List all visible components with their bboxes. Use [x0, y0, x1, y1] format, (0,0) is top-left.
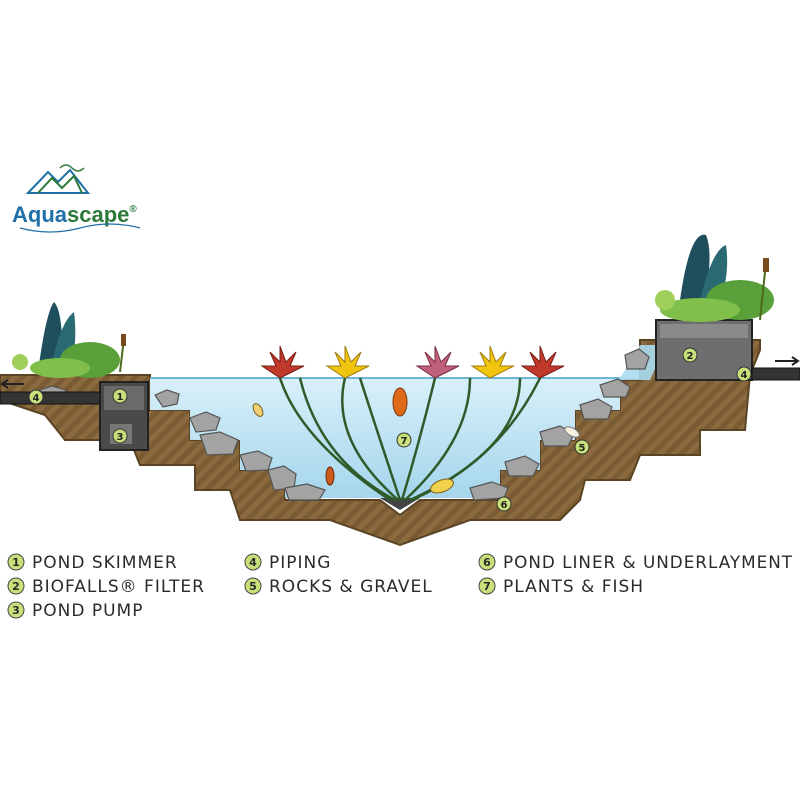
fish-orange-icon — [392, 387, 408, 417]
legend-num-7: 7 — [483, 580, 491, 593]
callout-1-label: 1 — [117, 392, 124, 403]
legend-item-pond-pump: 3 POND PUMP — [7, 601, 143, 621]
legend-item-pond-liner: 6 POND LINER & UNDERLAYMENT — [478, 553, 793, 573]
legend-num-2: 2 — [12, 580, 20, 593]
callout-4-left: 4 — [28, 389, 44, 405]
callout-3: 3 — [112, 428, 128, 444]
legend-num-5: 5 — [249, 580, 257, 593]
callout-4-right: 4 — [736, 366, 752, 382]
lily-flower-yellow-right — [470, 345, 515, 379]
logo-registered-mark: ® — [129, 204, 137, 215]
callout-4-right-label: 4 — [741, 370, 748, 381]
callout-2-label: 2 — [687, 351, 694, 362]
callout-6-label: 6 — [501, 500, 508, 511]
legend-num-4: 4 — [249, 556, 257, 569]
lily-flower-yellow-left — [325, 345, 370, 379]
callout-7: 7 — [396, 432, 412, 448]
fish-red-icon — [325, 466, 335, 486]
callout-6: 6 — [496, 496, 512, 512]
pond-diagram: Aquascape® 1 2 3 4 4 5 6 7 1 POND SKIMME… — [0, 164, 800, 621]
legend-label-4: PIPING — [269, 553, 331, 573]
legend-item-rocks-gravel: 5 ROCKS & GRAVEL — [244, 577, 433, 597]
callout-5-label: 5 — [579, 443, 586, 454]
lily-flower-red-left — [260, 345, 305, 379]
legend-item-biofalls-filter: 2 BIOFALLS® FILTER — [7, 577, 205, 597]
logo-scape-text: scape — [67, 202, 129, 227]
callout-2: 2 — [682, 347, 698, 363]
legend-item-piping: 4 PIPING — [244, 553, 331, 573]
callout-7-label: 7 — [401, 436, 408, 447]
aquascape-logo: Aquascape® — [12, 164, 141, 233]
callout-1: 1 — [112, 388, 128, 404]
legend-label-6: POND LINER & UNDERLAYMENT — [503, 553, 793, 573]
callout-3-label: 3 — [117, 432, 124, 443]
legend-label-2: BIOFALLS® FILTER — [32, 577, 205, 597]
legend-label-1: POND SKIMMER — [32, 553, 178, 573]
callout-5: 5 — [574, 439, 590, 455]
legend-label-5: ROCKS & GRAVEL — [269, 577, 433, 597]
lily-flower-red-right — [520, 345, 565, 379]
legend-label-3: POND PUMP — [32, 601, 143, 621]
legend-item-pond-skimmer: 1 POND SKIMMER — [7, 553, 178, 573]
legend-num-3: 3 — [12, 604, 20, 617]
svg-text:Aquascape®: Aquascape® — [12, 202, 137, 227]
legend-label-7: PLANTS & FISH — [503, 577, 644, 597]
callout-4-left-label: 4 — [33, 393, 40, 404]
logo-mountain-icon — [25, 164, 91, 194]
shore-plants-left — [12, 302, 126, 378]
legend-num-1: 1 — [12, 556, 20, 569]
legend-item-plants-fish: 7 PLANTS & FISH — [478, 577, 644, 597]
lily-flower-pink — [415, 345, 460, 379]
shore-plants-right — [655, 234, 774, 322]
legend-num-6: 6 — [483, 556, 491, 569]
legend: 1 POND SKIMMER 2 BIOFALLS® FILTER 3 POND… — [7, 553, 793, 621]
logo-aqua-text: Aqua — [12, 202, 68, 227]
